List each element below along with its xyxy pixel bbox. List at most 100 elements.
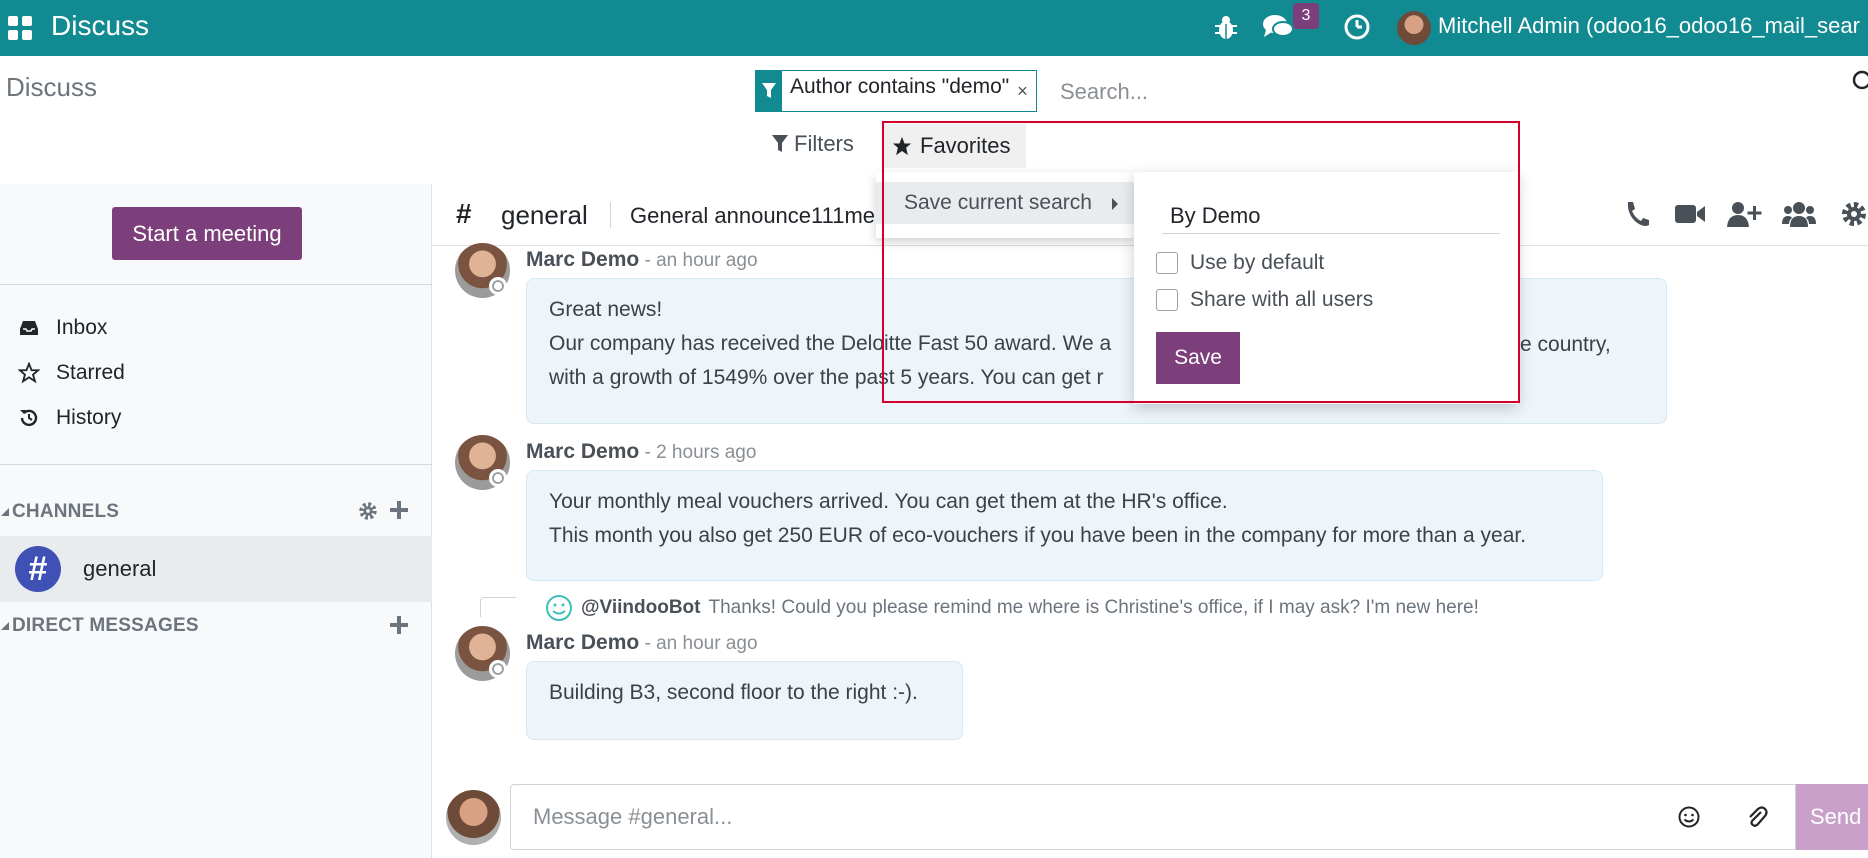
app-name[interactable]: Discuss: [51, 10, 149, 42]
channel-hash-icon: #: [456, 198, 472, 229]
share-with-all-option[interactable]: Share with all users: [1156, 288, 1373, 312]
debug-bug-icon[interactable]: [1213, 13, 1239, 41]
share-with-all-label: Share with all users: [1190, 288, 1374, 311]
favorites-dropdown: Save current search: [876, 172, 1134, 238]
messages-count-badge: 3: [1293, 3, 1319, 29]
channel-avatar: #: [15, 546, 61, 592]
message-line-tail: e country,: [1520, 333, 1611, 356]
user-avatar[interactable]: [1397, 11, 1431, 45]
search-icon[interactable]: [1852, 70, 1868, 92]
direct-messages-header-label: DIRECT MESSAGES: [12, 615, 199, 636]
save-favorite-button[interactable]: Save: [1156, 332, 1240, 384]
messaging-icon[interactable]: [1262, 12, 1294, 42]
share-with-all-checkbox[interactable]: [1156, 289, 1178, 311]
bot-avatar-icon: [546, 595, 572, 621]
author-name: Marc Demo: [526, 631, 640, 654]
use-by-default-label: Use by default: [1190, 251, 1325, 274]
channels-header-label: CHANNELS: [12, 501, 120, 522]
filters-toggle-button[interactable]: Filters: [772, 131, 854, 157]
presence-status-icon: [489, 660, 507, 678]
replied-message-preview[interactable]: @ViindooBot Thanks! Could you please rem…: [545, 594, 1479, 622]
sidebar-divider: [0, 284, 432, 285]
add-channel-plus-icon[interactable]: [389, 500, 409, 520]
send-button[interactable]: Send: [1796, 784, 1868, 850]
thread-description[interactable]: General announce111me: [630, 203, 875, 229]
user-menu-name[interactable]: Mitchell Admin (odoo16_odoo16_mail_sear: [1438, 13, 1860, 39]
caret-right-icon: [1112, 198, 1118, 210]
message-author[interactable]: Marc Demo - an hour ago: [526, 248, 758, 272]
members-list-icon[interactable]: [1782, 200, 1816, 228]
favorite-name-input[interactable]: [1162, 198, 1500, 234]
save-current-search-item[interactable]: Save current search: [876, 182, 1134, 224]
message-line: Building B3, second floor to the right :…: [549, 681, 918, 704]
sidebar-item-label: Starred: [56, 361, 125, 384]
inbox-icon: [20, 321, 38, 335]
top-navbar: Discuss 3 Mitchell Admin (odoo16_odoo16_…: [0, 0, 1868, 56]
sidebar-item-label: Inbox: [56, 316, 108, 339]
sidebar-item-inbox[interactable]: Inbox: [18, 316, 107, 340]
message-input[interactable]: [533, 801, 1533, 833]
channel-settings-gear-icon[interactable]: [1840, 200, 1868, 228]
presence-status-icon: [489, 469, 507, 487]
add-member-icon[interactable]: [1726, 200, 1762, 228]
channel-label: general: [83, 556, 157, 581]
activity-clock-icon[interactable]: [1342, 12, 1372, 42]
direct-messages-actions: [389, 615, 409, 635]
message-line: This month you also get 250 EUR of eco-v…: [549, 524, 1527, 547]
message-author[interactable]: Marc Demo - 2 hours ago: [526, 440, 756, 464]
search-input[interactable]: [1060, 76, 1840, 108]
filter-facet-icon: [756, 71, 782, 111]
facet-label: Author contains "demo": [790, 75, 1010, 98]
discuss-sidebar: Start a meeting Inbox Starred History CH…: [0, 184, 432, 858]
collapse-caret-icon: [1, 622, 9, 630]
filter-icon: [772, 135, 788, 152]
reply-text: Thanks! Could you please remind me where…: [708, 597, 1479, 618]
history-icon: [20, 409, 38, 427]
favorites-label: Favorites: [920, 133, 1011, 158]
collapse-caret-icon: [1, 508, 9, 516]
search-facet: Author contains "demo" ×: [755, 70, 1037, 112]
sidebar-item-history[interactable]: History: [18, 406, 121, 430]
sidebar-item-starred[interactable]: Starred: [18, 361, 125, 385]
use-by-default-option[interactable]: Use by default: [1156, 251, 1324, 275]
sidebar-item-label: History: [56, 406, 122, 429]
presence-status-icon: [489, 277, 507, 295]
reply-connector: [480, 597, 516, 617]
message-bubble: Your monthly meal vouchers arrived. You …: [526, 470, 1603, 581]
message-date: - an hour ago: [639, 250, 758, 271]
channels-actions: [357, 500, 409, 522]
thread-name[interactable]: general: [501, 200, 588, 231]
sidebar-divider: [0, 464, 432, 465]
sidebar-channel-general[interactable]: # general: [0, 536, 432, 602]
star-icon: [892, 136, 912, 156]
reply-author: @ViindooBot: [581, 597, 701, 618]
message-author[interactable]: Marc Demo - an hour ago: [526, 631, 758, 655]
filters-label: Filters: [794, 131, 854, 156]
header-separator: [610, 202, 611, 228]
message-line: Your monthly meal vouchers arrived. You …: [549, 490, 1228, 513]
start-meeting-button[interactable]: Start a meeting: [112, 207, 302, 260]
message-composer: [510, 784, 1796, 850]
author-name: Marc Demo: [526, 248, 640, 271]
message-bubble: Building B3, second floor to the right :…: [526, 661, 963, 740]
direct-messages-section-header[interactable]: DIRECT MESSAGES: [0, 615, 199, 637]
save-favorite-panel: Use by default Share with all users Save: [1134, 172, 1518, 404]
apps-menu-icon[interactable]: [6, 14, 34, 42]
emoji-icon[interactable]: [1677, 805, 1701, 829]
author-name: Marc Demo: [526, 440, 640, 463]
facet-remove-button[interactable]: ×: [1015, 71, 1036, 111]
message-date: - 2 hours ago: [639, 442, 757, 463]
channels-section-header[interactable]: CHANNELS: [0, 501, 119, 523]
paperclip-attach-icon[interactable]: [1745, 804, 1769, 830]
message-date: - an hour ago: [639, 633, 758, 654]
channel-settings-gear-icon[interactable]: [357, 500, 379, 522]
phone-call-icon[interactable]: [1624, 200, 1650, 228]
composer-user-avatar: [446, 790, 501, 845]
favorites-toggle-button[interactable]: Favorites: [884, 124, 1027, 168]
video-call-icon[interactable]: [1674, 200, 1706, 228]
breadcrumb-title: Discuss: [6, 72, 98, 102]
star-outline-icon: [18, 362, 40, 384]
save-current-search-label: Save current search: [904, 191, 1092, 214]
use-by-default-checkbox[interactable]: [1156, 252, 1178, 274]
add-chat-plus-icon[interactable]: [389, 615, 409, 635]
